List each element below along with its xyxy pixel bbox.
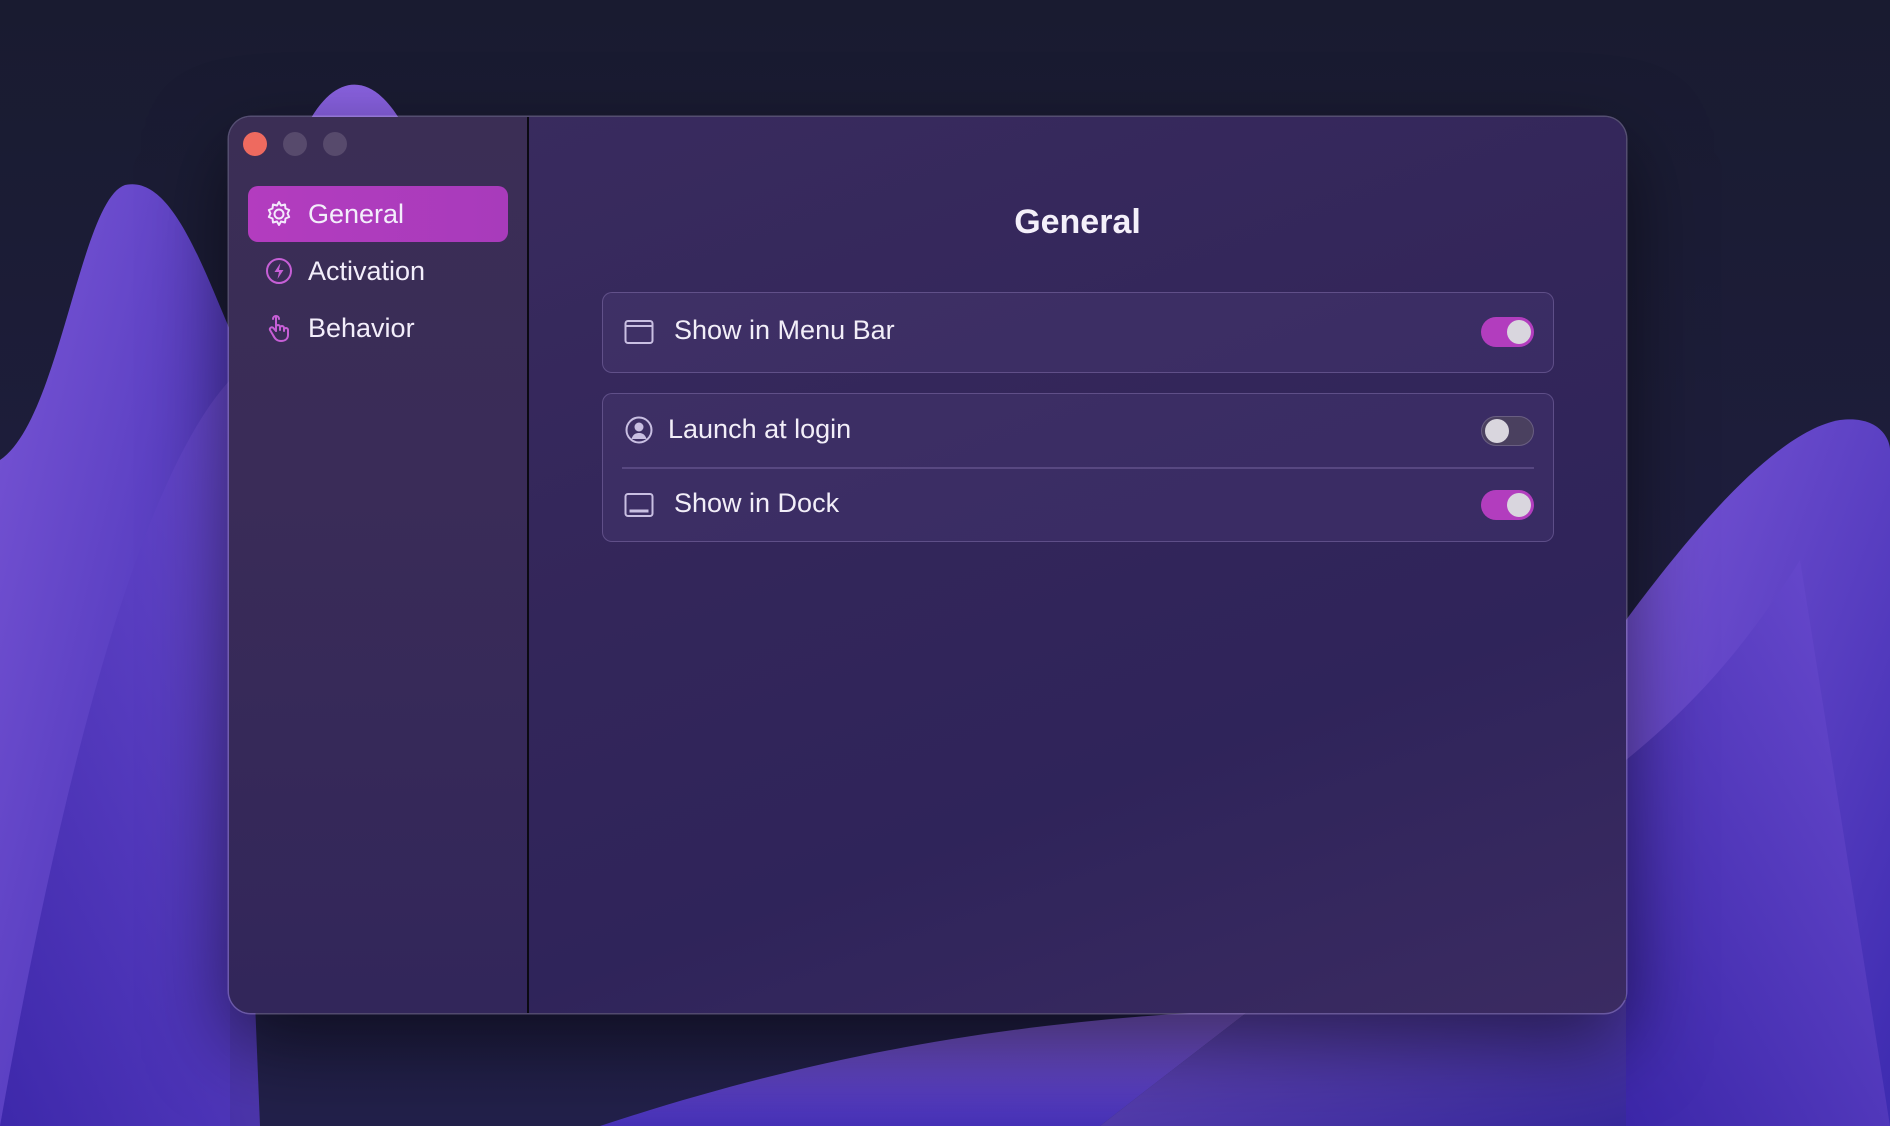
main-content: General Show in Menu Bar Launch at login… xyxy=(529,117,1626,1013)
sidebar-item-general[interactable]: General xyxy=(248,186,508,242)
sidebar-item-label: Activation xyxy=(308,255,426,286)
sidebar-item-activation[interactable]: Activation xyxy=(248,243,508,299)
setting-row-show-in-menu-bar: Show in Menu Bar xyxy=(603,293,1553,372)
startup-settings-card: Launch at login Show in Dock xyxy=(602,393,1554,542)
bolt-icon xyxy=(264,256,294,286)
gear-icon xyxy=(264,199,294,229)
sidebar-item-behavior[interactable]: Behavior xyxy=(248,300,508,356)
minimize-button[interactable] xyxy=(283,132,307,156)
page-title: General xyxy=(1014,203,1141,241)
launch-at-login-toggle[interactable] xyxy=(1481,416,1534,446)
menu-bar-settings-card: Show in Menu Bar xyxy=(602,292,1554,373)
setting-label: Launch at login xyxy=(668,414,852,444)
sidebar-item-label: General xyxy=(308,198,405,229)
setting-row-show-in-dock: Show in Dock xyxy=(603,468,1553,542)
settings-window: General Activation Behavior General Show… xyxy=(229,117,1626,1013)
sidebar-item-label: Behavior xyxy=(308,312,415,343)
setting-row-launch-at-login: Launch at login xyxy=(603,394,1553,469)
zoom-button[interactable] xyxy=(323,132,347,156)
close-button[interactable] xyxy=(243,132,267,156)
dock-icon xyxy=(623,489,655,521)
toggle-knob xyxy=(1507,320,1531,344)
hand-pointer-icon xyxy=(264,313,294,343)
menubar-window-icon xyxy=(623,316,655,348)
show-in-dock-toggle[interactable] xyxy=(1481,490,1534,520)
show-in-menu-bar-toggle[interactable] xyxy=(1481,317,1534,347)
setting-label: Show in Dock xyxy=(674,488,840,518)
sidebar: General Activation Behavior xyxy=(229,117,529,1013)
toggle-knob xyxy=(1507,493,1531,517)
sidebar-nav: General Activation Behavior xyxy=(248,186,508,357)
toggle-knob xyxy=(1485,419,1509,443)
setting-label: Show in Menu Bar xyxy=(674,315,895,345)
person-circle-icon xyxy=(623,414,655,446)
